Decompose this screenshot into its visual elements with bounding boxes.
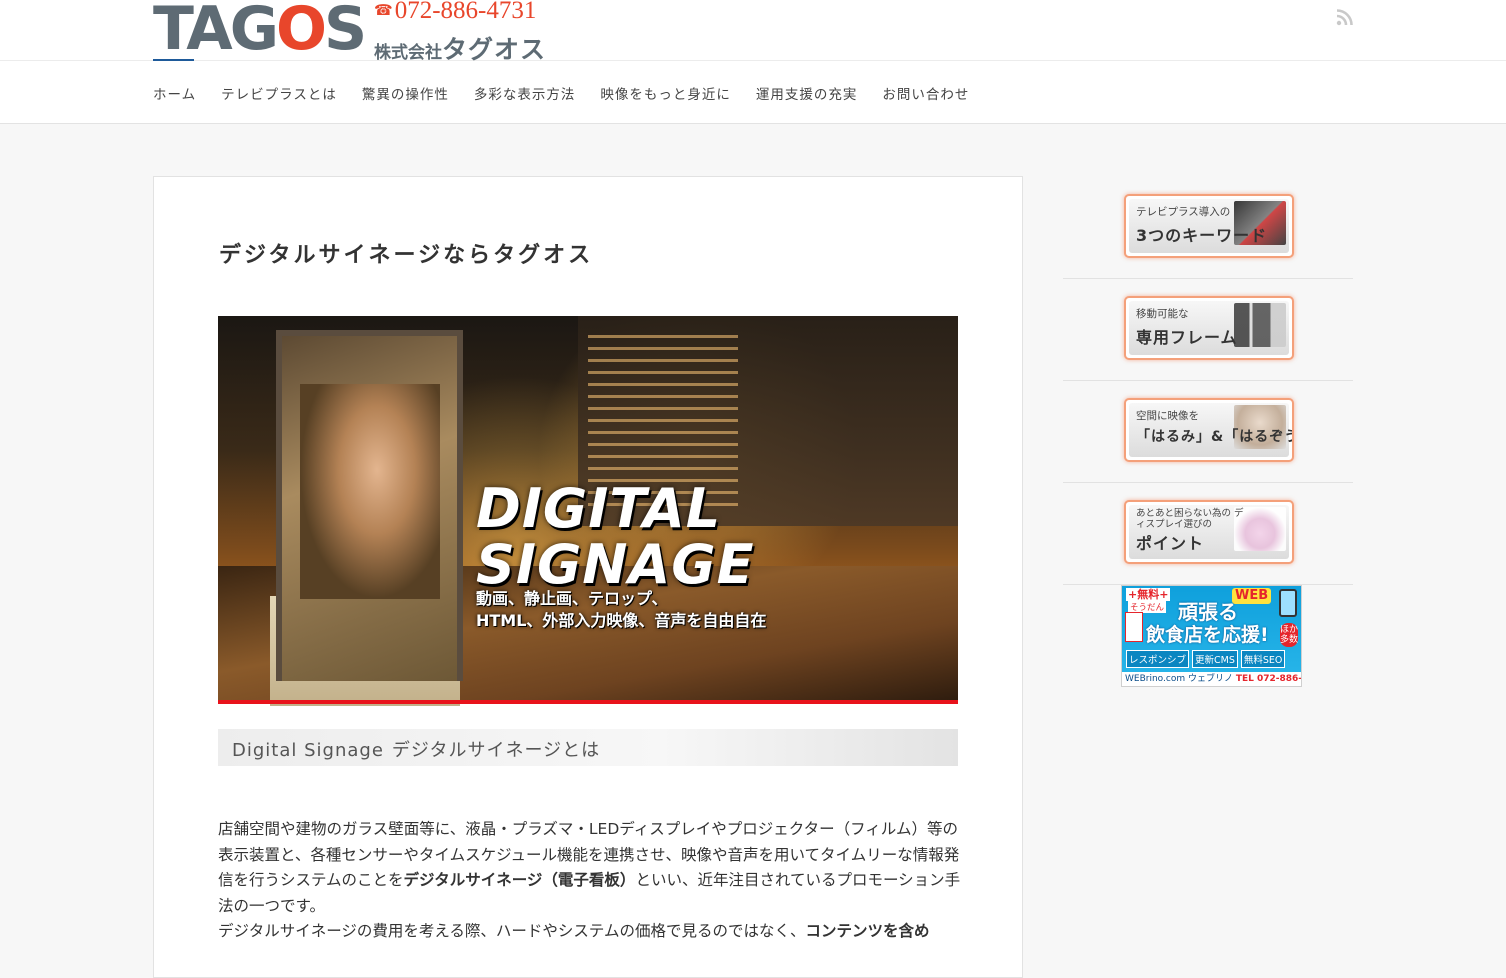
nav-item-support[interactable]: 運用支援の充実	[756, 83, 858, 103]
nav-item-display-methods[interactable]: 多彩な表示方法	[474, 83, 576, 103]
logo-text: TAGOS	[153, 0, 367, 64]
hero-subtitle-line2: HTML、外部入力映像、音声を自由自在	[476, 611, 767, 630]
banner-keywords-line1: テレビプラス導入の	[1136, 206, 1231, 218]
ad-free-label: +無料+	[1126, 588, 1171, 601]
banner-frame-line2: 専用フレーム	[1136, 328, 1238, 347]
sidebar-widget-harumi: 空間に映像を 「はるみ」&「はるぞう」	[1063, 380, 1353, 483]
banner-frame-stand-image	[1234, 303, 1286, 347]
banner-frame[interactable]: 移動可能な 専用フレーム	[1124, 296, 1294, 360]
ad-footer-brand: WEBrino.com ウェブリノ	[1125, 674, 1233, 684]
hero-signage-kiosk	[276, 330, 463, 681]
shop-icon	[1125, 612, 1143, 642]
smartphone-icon	[1279, 589, 1297, 617]
body-paragraph-2: デジタルサイネージの費用を考える際、ハードやシステムの価格で見るのではなく、コン…	[218, 919, 963, 945]
hero-caption: Digital Signage デジタルサイネージとは	[232, 736, 600, 762]
nav-item-contact[interactable]: お問い合わせ	[882, 83, 969, 103]
ad-headline-2: 飲食店を応援!	[1146, 624, 1269, 646]
ad-chip-cms: 更新CMS	[1192, 650, 1238, 668]
ad-chip-seo: 無料SEO	[1240, 650, 1286, 668]
telephone-icon: ☎	[374, 3, 393, 19]
ad-more-badge: ほか多数	[1280, 623, 1299, 647]
nav-item-about-tvplus[interactable]: テレビプラスとは	[221, 83, 337, 103]
banner-keywords-line2: 3つのキーワード	[1136, 226, 1268, 245]
body-paragraph-1: 店舗空間や建物のガラス壁面等に、液晶・プラズマ・LEDディスプレイやプロジェクタ…	[218, 817, 963, 919]
banner-harumi[interactable]: 空間に映像を 「はるみ」&「はるぞう」	[1124, 398, 1294, 462]
banner-display-point-line1: あとあと困らない為の ディスプレイ選びの	[1136, 508, 1244, 530]
page-title: デジタルサイネージならタグオス	[219, 243, 594, 268]
hero-caption-en: Digital Signage	[232, 740, 384, 761]
hero-title-line2: SIGNAGE	[476, 533, 755, 596]
header-phone: ☎072-886-4731	[374, 0, 536, 25]
ad-footer-tel: TEL 072-886-4731	[1235, 674, 1302, 684]
nav-item-home[interactable]: ホーム	[153, 83, 196, 103]
site-header: TAGOS ☎072-886-4731 株式会社タグオス	[0, 0, 1506, 64]
banner-display-point[interactable]: あとあと困らない為の ディスプレイ選びの ポイント	[1124, 500, 1294, 564]
main-navigation: ホーム テレビプラスとは 驚異の操作性 多彩な表示方法 映像をもっと身近に 運用…	[0, 61, 1506, 124]
sidebar-widget-frame: 移動可能な 専用フレーム	[1063, 278, 1353, 381]
banner-harumi-line1: 空間に映像を	[1136, 410, 1199, 422]
body-p2-bold: コンテンツを含め	[805, 922, 930, 940]
phone-number: 072-886-4731	[394, 0, 537, 24]
nav-menu: ホーム テレビプラスとは 驚異の操作性 多彩な表示方法 映像をもっと身近に 運用…	[153, 83, 994, 103]
nav-item-usability[interactable]: 驚異の操作性	[362, 83, 449, 103]
hero-title: DIGITAL SIGNAGE	[476, 481, 936, 593]
hero-image: DIGITAL SIGNAGE 動画、静止画、テロップ、 HTML、外部入力映像…	[218, 316, 958, 766]
hero-subtitle-line1: 動画、静止画、テロップ、	[476, 589, 668, 608]
body-p2-text-a: デジタルサイネージの費用を考える際、ハードやシステムの価格で見るのではなく、	[218, 922, 806, 940]
hero-title-line1: DIGITAL	[476, 477, 722, 540]
rss-icon[interactable]	[1336, 8, 1354, 26]
sidebar-widget-display-point: あとあと困らない為の ディスプレイ選びの ポイント	[1063, 482, 1353, 585]
company-prefix: 株式会社	[374, 43, 442, 63]
banner-harumi-line2: 「はるみ」&「はるぞう」	[1136, 429, 1292, 445]
hero-caption-ja: デジタルサイネージとは	[391, 740, 601, 761]
ad-feature-chips: レスポンシブ 更新CMS 無料SEO	[1126, 650, 1286, 668]
sidebar-widget-keywords: テレビプラス導入の 3つのキーワード	[1063, 176, 1353, 279]
company-brand: タグオス	[442, 35, 547, 64]
banner-frame-line1: 移動可能な	[1136, 308, 1189, 320]
body-p1-bold: デジタルサイネージ（電子看板）	[403, 871, 636, 889]
banner-keywords[interactable]: テレビプラス導入の 3つのキーワード	[1124, 194, 1294, 258]
hero-kiosk-screen	[300, 384, 440, 599]
webrino-ad-banner[interactable]: +無料+ そうだん WEB 頑張る 飲食店を応援! ほか多数 レスポンシブ 更新…	[1121, 585, 1302, 687]
main-article: デジタルサイネージならタグオス DIGITAL SIGNAGE 動画、静止画、テ…	[153, 176, 1023, 978]
ad-footer: WEBrino.com ウェブリノ TEL 072-886-4731	[1122, 672, 1302, 686]
ad-chip-responsive: レスポンシブ	[1126, 650, 1190, 668]
site-logo[interactable]: TAGOS	[153, 0, 367, 64]
hero-red-divider	[218, 700, 958, 704]
hero-subtitle: 動画、静止画、テロップ、 HTML、外部入力映像、音声を自由自在	[476, 588, 766, 632]
banner-display-point-line2: ポイント	[1136, 534, 1205, 553]
article-body: 店舗空間や建物のガラス壁面等に、液晶・プラズマ・LEDディスプレイやプロジェクタ…	[218, 817, 963, 945]
nav-item-video-closer[interactable]: 映像をもっと身近に	[600, 83, 731, 103]
